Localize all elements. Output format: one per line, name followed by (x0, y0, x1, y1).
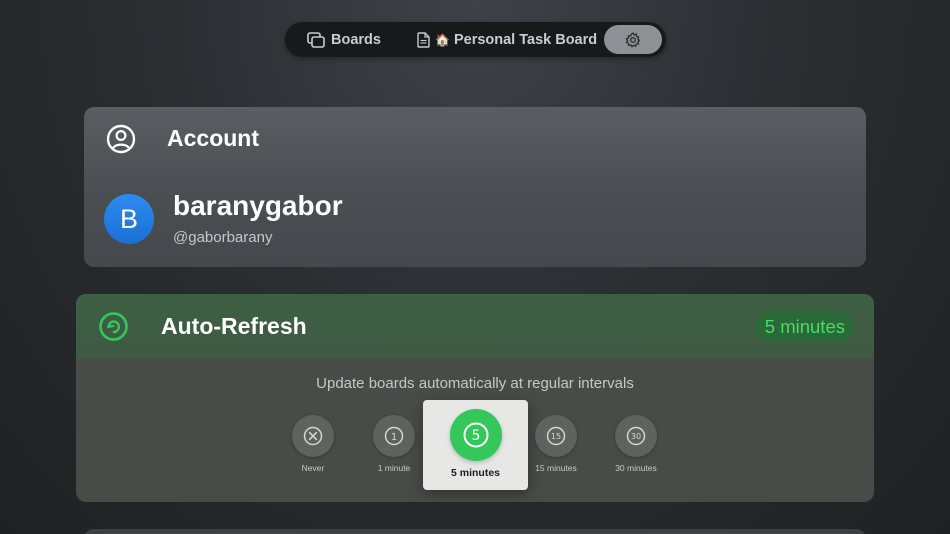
interval-option-label: 15 minutes (535, 463, 577, 473)
interval-option-30-minutes-button: 30 (615, 415, 657, 457)
interval-option-1-minute[interactable]: 1 1 minute (359, 415, 429, 473)
option-number: 15 (551, 432, 561, 441)
interval-option-15-minutes-button: 15 (535, 415, 577, 457)
tab-board-label: Personal Task Board (453, 31, 598, 48)
refresh-icon (99, 312, 128, 341)
x-circle-icon (303, 426, 323, 446)
account-handle: @gaborbarany (173, 229, 273, 246)
tab-boards[interactable]: Boards (289, 25, 393, 54)
auto-refresh-description: Update boards automatically at regular i… (316, 375, 634, 392)
house-emoji: 🏠 (435, 32, 450, 47)
interval-option-5-minutes-button: 5 (449, 409, 502, 461)
interval-option-5-minutes-selected[interactable]: 5 5 minutes (423, 400, 528, 490)
account-username: baranygabor (173, 190, 343, 221)
auto-refresh-card: Auto-Refresh 5 minutes Update boards aut… (76, 294, 874, 502)
option-number: 30 (631, 432, 641, 441)
auto-refresh-title: Auto-Refresh (161, 313, 307, 339)
option-number: 1 (391, 432, 397, 443)
avatar[interactable]: B (104, 194, 154, 244)
top-navigation: Boards 🏠 Personal Task Board (285, 22, 666, 57)
number-1-circle-icon: 1 (384, 426, 404, 446)
account-card: Account B baranygabor @gaborbarany (84, 107, 866, 267)
gear-icon (625, 31, 641, 48)
interval-option-never-button (292, 415, 334, 457)
interval-option-label: 30 minutes (615, 463, 657, 473)
avatar-initial: B (119, 203, 138, 234)
tab-personal-task-board[interactable]: 🏠 Personal Task Board (393, 25, 603, 54)
interval-option-15-minutes[interactable]: 15 15 minutes (521, 415, 591, 473)
option-number: 5 (471, 428, 480, 444)
interval-option-30-minutes[interactable]: 30 30 minutes (601, 415, 671, 473)
interval-option-label: Never (301, 463, 325, 473)
tab-settings[interactable] (604, 25, 662, 54)
tab-boards-label: Boards (331, 31, 381, 48)
next-settings-card (84, 529, 866, 534)
number-30-circle-icon: 30 (626, 426, 646, 446)
interval-option-1-minute-button: 1 (373, 415, 415, 457)
interval-option-label: 5 minutes (450, 467, 500, 479)
interval-option-label: 1 minute (377, 463, 411, 473)
number-15-circle-icon: 15 (546, 426, 566, 446)
number-5-circle-icon: 5 (463, 422, 488, 448)
boards-icon (307, 31, 325, 48)
document-icon (417, 31, 430, 48)
person-circle-icon (106, 124, 136, 154)
interval-option-never[interactable]: Never (278, 415, 348, 473)
account-title: Account (167, 125, 259, 151)
auto-refresh-header: Auto-Refresh 5 minutes (76, 294, 874, 359)
current-interval-badge: 5 minutes (755, 311, 854, 342)
